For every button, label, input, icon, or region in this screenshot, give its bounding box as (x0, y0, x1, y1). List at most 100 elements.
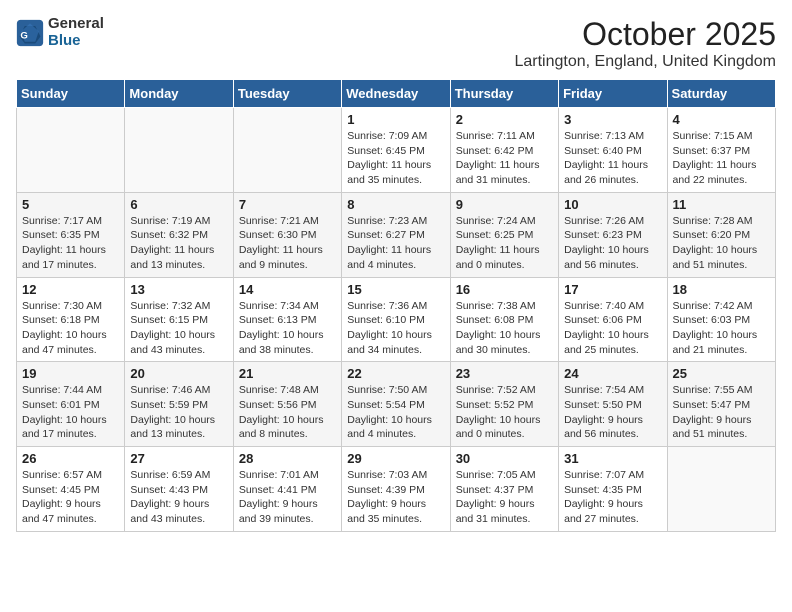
weekday-header-tuesday: Tuesday (233, 80, 341, 108)
week-row-5: 26Sunrise: 6:57 AM Sunset: 4:45 PM Dayli… (17, 447, 776, 532)
calendar-cell: 30Sunrise: 7:05 AM Sunset: 4:37 PM Dayli… (450, 447, 558, 532)
day-number: 2 (456, 112, 553, 127)
calendar-cell: 27 Sunrise: 6:59 AM Sunset: 4:43 PM Dayli… (125, 447, 233, 532)
calendar-cell: 17 Sunrise: 7:40 AM Sunset: 6:06 PM Dayli… (559, 277, 667, 362)
day-number: 26 (22, 451, 119, 466)
day-content: Sunrise: 7:44 AM Sunset: 6:01 PM Dayligh… (22, 383, 119, 442)
logo-blue-text: Blue (48, 33, 104, 50)
day-content: Sunrise: 7:46 AM Sunset: 5:59 PM Dayligh… (130, 383, 227, 442)
day-content: Sunrise: 7:19 AM Sunset: 6:32 PM Dayligh… (130, 214, 227, 273)
weekday-header-wednesday: Wednesday (342, 80, 450, 108)
day-number: 12 (22, 282, 119, 297)
calendar-cell: 24Sunrise: 7:54 AM Sunset: 5:50 PM Dayli… (559, 362, 667, 447)
day-number: 29 (347, 451, 444, 466)
day-content: Sunrise: 7:15 AM Sunset: 6:37 PM Dayligh… (673, 129, 770, 188)
day-content: Sunrise: 7:50 AM Sunset: 5:54 PM Dayligh… (347, 383, 444, 442)
day-number: 15 (347, 282, 444, 297)
calendar-cell: 2 Sunrise: 7:11 AM Sunset: 6:42 PM Daylig… (450, 108, 558, 193)
day-number: 4 (673, 112, 770, 127)
calendar-cell: 25Sunrise: 7:55 AM Sunset: 5:47 PM Dayli… (667, 362, 775, 447)
day-number: 13 (130, 282, 227, 297)
day-number: 31 (564, 451, 661, 466)
weekday-header-monday: Monday (125, 80, 233, 108)
day-content: Sunrise: 7:36 AM Sunset: 6:10 PM Dayligh… (347, 299, 444, 358)
calendar-table: SundayMondayTuesdayWednesdayThursdayFrid… (16, 79, 776, 532)
day-content: Sunrise: 7:09 AM Sunset: 6:45 PM Dayligh… (347, 129, 444, 188)
day-content: Sunrise: 7:38 AM Sunset: 6:08 PM Dayligh… (456, 299, 553, 358)
day-content: Sunrise: 7:17 AM Sunset: 6:35 PM Dayligh… (22, 214, 119, 273)
day-content: Sunrise: 7:55 AM Sunset: 5:47 PM Dayligh… (673, 383, 770, 442)
calendar-cell: 28Sunrise: 7:01 AM Sunset: 4:41 PM Dayli… (233, 447, 341, 532)
day-content: Sunrise: 7:21 AM Sunset: 6:30 PM Dayligh… (239, 214, 336, 273)
svg-text:G: G (20, 30, 27, 41)
day-content: Sunrise: 7:13 AM Sunset: 6:40 PM Dayligh… (564, 129, 661, 188)
calendar-cell: 10Sunrise: 7:26 AM Sunset: 6:23 PM Dayli… (559, 192, 667, 277)
day-content: Sunrise: 6:59 AM Sunset: 4:43 PM Dayligh… (130, 468, 227, 527)
day-content: Sunrise: 7:07 AM Sunset: 4:35 PM Dayligh… (564, 468, 661, 527)
weekday-header-row: SundayMondayTuesdayWednesdayThursdayFrid… (17, 80, 776, 108)
day-number: 10 (564, 197, 661, 212)
week-row-2: 5Sunrise: 7:17 AM Sunset: 6:35 PM Daylig… (17, 192, 776, 277)
day-number: 23 (456, 366, 553, 381)
day-number: 3 (564, 112, 661, 127)
calendar-cell: 22 Sunrise: 7:50 AM Sunset: 5:54 PM Dayli… (342, 362, 450, 447)
weekday-header-thursday: Thursday (450, 80, 558, 108)
day-content: Sunrise: 7:52 AM Sunset: 5:52 PM Dayligh… (456, 383, 553, 442)
calendar-cell: 4 Sunrise: 7:15 AM Sunset: 6:37 PM Daylig… (667, 108, 775, 193)
day-content: Sunrise: 7:05 AM Sunset: 4:37 PM Dayligh… (456, 468, 553, 527)
title-area: October 2025 Lartington, England, United… (514, 16, 776, 71)
day-number: 22 (347, 366, 444, 381)
day-number: 9 (456, 197, 553, 212)
calendar-cell: 3 Sunrise: 7:13 AM Sunset: 6:40 PM Daylig… (559, 108, 667, 193)
calendar-cell: 16 Sunrise: 7:38 AM Sunset: 6:08 PM Dayli… (450, 277, 558, 362)
day-content: Sunrise: 7:40 AM Sunset: 6:06 PM Dayligh… (564, 299, 661, 358)
calendar-cell: 14 Sunrise: 7:34 AM Sunset: 6:13 PM Dayli… (233, 277, 341, 362)
calendar-cell: 5Sunrise: 7:17 AM Sunset: 6:35 PM Daylig… (17, 192, 125, 277)
calendar-cell: 19 Sunrise: 7:44 AM Sunset: 6:01 PM Dayli… (17, 362, 125, 447)
week-row-4: 19 Sunrise: 7:44 AM Sunset: 6:01 PM Dayli… (17, 362, 776, 447)
day-content: Sunrise: 7:28 AM Sunset: 6:20 PM Dayligh… (673, 214, 770, 273)
day-number: 21 (239, 366, 336, 381)
week-row-1: 1 Sunrise: 7:09 AM Sunset: 6:45 PM Daylig… (17, 108, 776, 193)
weekday-header-saturday: Saturday (667, 80, 775, 108)
calendar-cell: 23 Sunrise: 7:52 AM Sunset: 5:52 PM Dayli… (450, 362, 558, 447)
day-number: 24 (564, 366, 661, 381)
month-title: October 2025 (514, 16, 776, 53)
calendar-cell (125, 108, 233, 193)
day-number: 14 (239, 282, 336, 297)
calendar-cell: 1 Sunrise: 7:09 AM Sunset: 6:45 PM Daylig… (342, 108, 450, 193)
day-content: Sunrise: 7:11 AM Sunset: 6:42 PM Dayligh… (456, 129, 553, 188)
week-row-3: 12 Sunrise: 7:30 AM Sunset: 6:18 PM Dayli… (17, 277, 776, 362)
calendar-cell: 20Sunrise: 7:46 AM Sunset: 5:59 PM Dayli… (125, 362, 233, 447)
location-title: Lartington, England, United Kingdom (514, 53, 776, 71)
day-content: Sunrise: 7:24 AM Sunset: 6:25 PM Dayligh… (456, 214, 553, 273)
day-content: Sunrise: 7:30 AM Sunset: 6:18 PM Dayligh… (22, 299, 119, 358)
logo-text: General Blue (48, 16, 104, 49)
day-number: 17 (564, 282, 661, 297)
calendar-cell: 8 Sunrise: 7:23 AM Sunset: 6:27 PM Daylig… (342, 192, 450, 277)
calendar-cell: 31 Sunrise: 7:07 AM Sunset: 4:35 PM Dayli… (559, 447, 667, 532)
day-content: Sunrise: 7:42 AM Sunset: 6:03 PM Dayligh… (673, 299, 770, 358)
day-number: 8 (347, 197, 444, 212)
day-number: 27 (130, 451, 227, 466)
logo: G General Blue (16, 16, 104, 49)
day-number: 1 (347, 112, 444, 127)
day-number: 16 (456, 282, 553, 297)
calendar-cell (667, 447, 775, 532)
day-number: 28 (239, 451, 336, 466)
day-content: Sunrise: 7:23 AM Sunset: 6:27 PM Dayligh… (347, 214, 444, 273)
calendar-cell (17, 108, 125, 193)
day-number: 11 (673, 197, 770, 212)
day-number: 6 (130, 197, 227, 212)
calendar-cell: 11 Sunrise: 7:28 AM Sunset: 6:20 PM Dayli… (667, 192, 775, 277)
calendar-cell: 9 Sunrise: 7:24 AM Sunset: 6:25 PM Daylig… (450, 192, 558, 277)
calendar-cell: 26Sunrise: 6:57 AM Sunset: 4:45 PM Dayli… (17, 447, 125, 532)
weekday-header-sunday: Sunday (17, 80, 125, 108)
day-number: 7 (239, 197, 336, 212)
day-content: Sunrise: 7:34 AM Sunset: 6:13 PM Dayligh… (239, 299, 336, 358)
day-content: Sunrise: 7:03 AM Sunset: 4:39 PM Dayligh… (347, 468, 444, 527)
day-content: Sunrise: 7:32 AM Sunset: 6:15 PM Dayligh… (130, 299, 227, 358)
day-number: 19 (22, 366, 119, 381)
logo-icon: G (16, 19, 44, 47)
calendar-cell: 6 Sunrise: 7:19 AM Sunset: 6:32 PM Daylig… (125, 192, 233, 277)
